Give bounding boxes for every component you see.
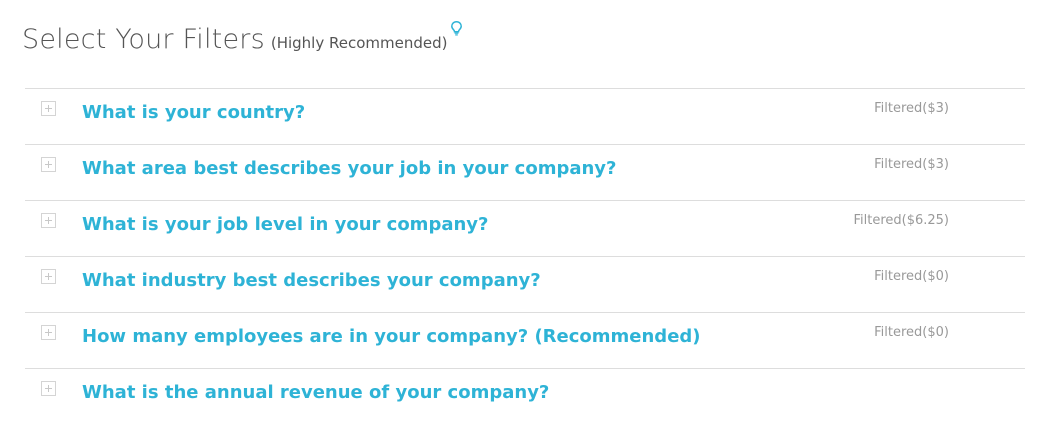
filter-question[interactable]: How many employees are in your company? …	[82, 326, 701, 347]
filter-row-job-area[interactable]: What area best describes your job in you…	[25, 145, 1025, 201]
lightbulb-icon[interactable]	[451, 21, 463, 36]
filter-status: Filtered($6.25)	[853, 213, 949, 228]
filter-status: Filtered($0)	[874, 269, 949, 284]
page-title: Select Your Filters	[22, 24, 265, 55]
filter-status: Filtered($3)	[874, 157, 949, 172]
plus-square-icon[interactable]	[41, 269, 56, 284]
filter-row-job-level[interactable]: What is your job level in your company? …	[25, 201, 1025, 257]
filter-question[interactable]: What area best describes your job in you…	[82, 158, 616, 179]
filters-header: Select Your Filters (Highly Recommended)	[22, 21, 463, 55]
filter-row-country[interactable]: What is your country? Filtered($3)	[25, 89, 1025, 145]
filter-status: Filtered($3)	[874, 101, 949, 116]
plus-square-icon[interactable]	[41, 325, 56, 340]
plus-square-icon[interactable]	[41, 381, 56, 396]
page-subtitle: (Highly Recommended)	[270, 34, 448, 52]
filter-question[interactable]: What is your country?	[82, 102, 305, 123]
plus-square-icon[interactable]	[41, 101, 56, 116]
filter-question[interactable]: What industry best describes your compan…	[82, 270, 541, 291]
filter-question[interactable]: What is your job level in your company?	[82, 214, 488, 235]
filter-list: What is your country? Filtered($3) What …	[25, 88, 1025, 424]
filter-row-industry[interactable]: What industry best describes your compan…	[25, 257, 1025, 313]
plus-square-icon[interactable]	[41, 157, 56, 172]
filter-question[interactable]: What is the annual revenue of your compa…	[82, 382, 549, 403]
plus-square-icon[interactable]	[41, 213, 56, 228]
filter-row-revenue[interactable]: What is the annual revenue of your compa…	[25, 369, 1025, 424]
filter-row-employees[interactable]: How many employees are in your company? …	[25, 313, 1025, 369]
filter-status: Filtered($0)	[874, 325, 949, 340]
